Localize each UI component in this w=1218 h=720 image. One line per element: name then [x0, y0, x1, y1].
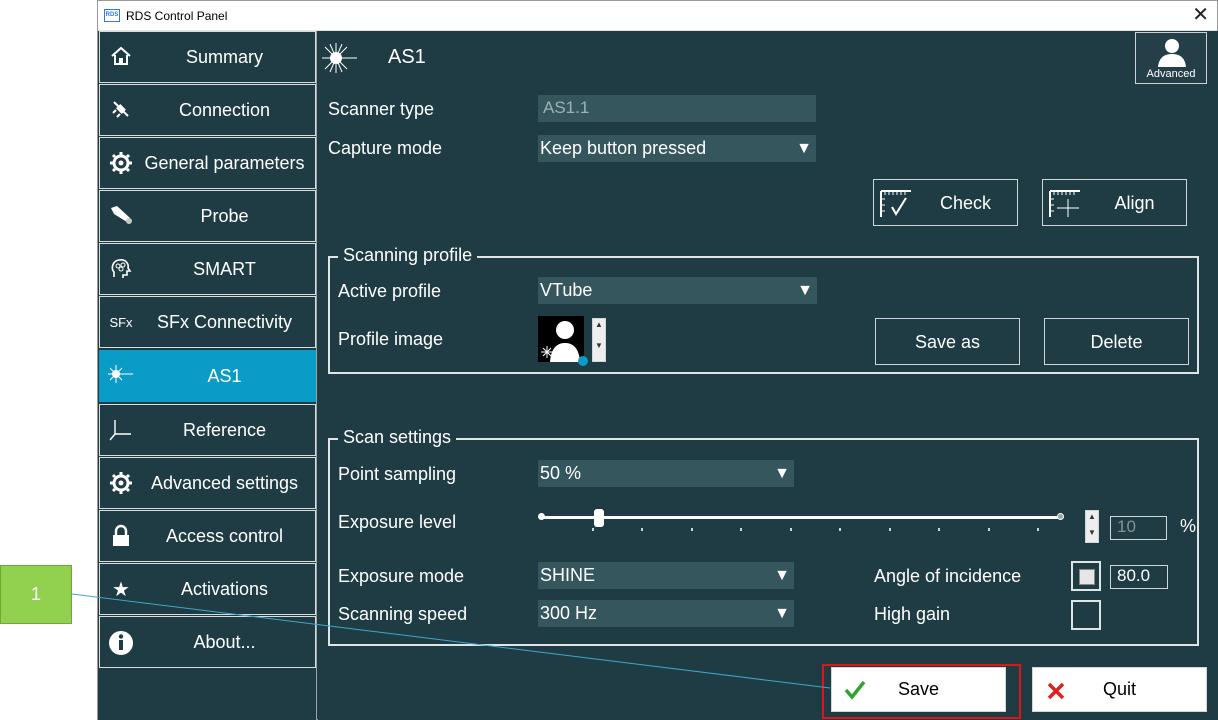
screenshot-stage: RDS RDS Control Panel ✕ Summary Connecti…	[0, 0, 1218, 720]
callout-leader-line	[71, 593, 831, 689]
annotation-callout: 1	[0, 565, 72, 624]
